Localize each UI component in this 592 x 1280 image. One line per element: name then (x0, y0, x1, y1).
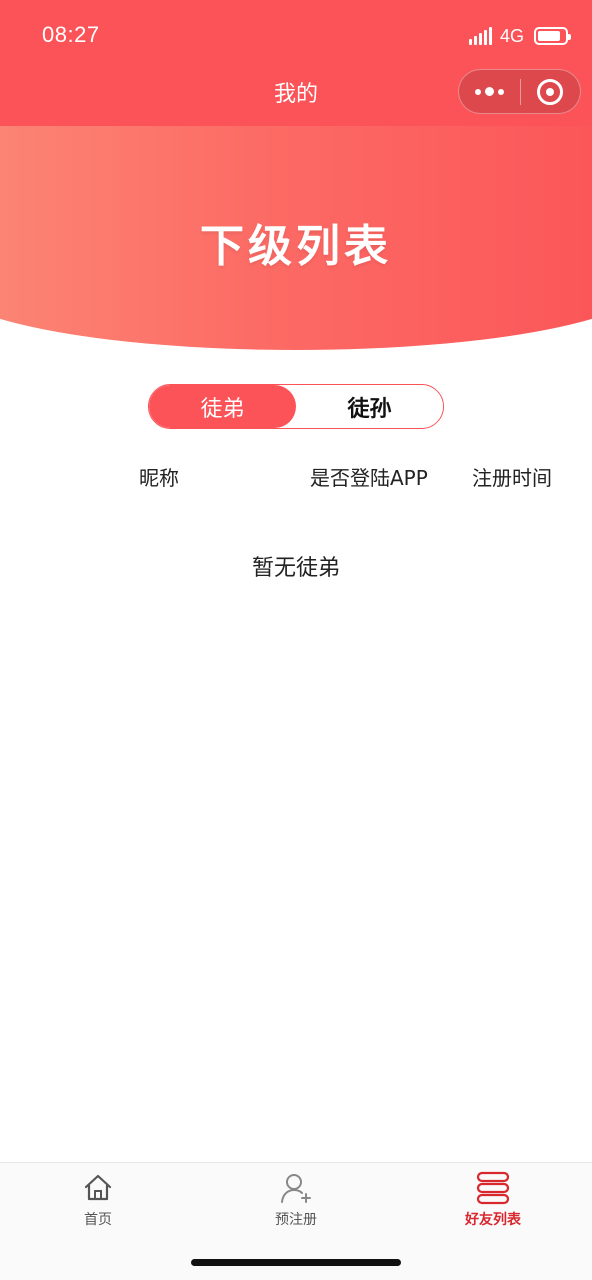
tabbar-item-preregister[interactable]: 预注册 (236, 1171, 356, 1231)
tabbar-label-preregister: 预注册 (275, 1212, 317, 1228)
miniprogram-capsule (458, 69, 581, 114)
tabbar-label-friends: 好友列表 (465, 1212, 521, 1228)
banner-title: 下级列表 (200, 221, 392, 272)
close-miniprogram-icon[interactable] (521, 70, 580, 113)
column-nickname: 昵称 (139, 466, 179, 490)
tabbar-label-home: 首页 (84, 1212, 112, 1228)
more-icon[interactable] (459, 70, 520, 113)
tabbar-item-friends[interactable]: 好友列表 (433, 1171, 553, 1231)
list-icon (476, 1171, 510, 1205)
battery-icon (534, 27, 571, 45)
signal-icon (468, 27, 492, 45)
page: 08:27 4G 我的 下级列表 徒弟 徒孙 昵称 是否登陆APP 注册时间 暂… (0, 0, 592, 1280)
status-time: 08:27 (42, 22, 100, 47)
table-header: 昵称 是否登陆APP 注册时间 (0, 462, 592, 492)
segment-tabs: 徒弟 徒孙 (148, 384, 444, 429)
tabbar-item-home[interactable]: 首页 (38, 1171, 158, 1231)
column-register-time: 注册时间 (472, 466, 552, 490)
home-indicator (191, 1259, 401, 1266)
network-type: 4G (499, 25, 524, 46)
empty-state-text: 暂无徒弟 (251, 556, 340, 581)
column-app-login: 是否登陆APP (310, 466, 428, 490)
tab-tusun[interactable]: 徒孙 (296, 385, 443, 428)
home-icon (84, 1174, 112, 1201)
user-add-icon (281, 1174, 311, 1203)
status-indicators: 4G (468, 24, 571, 48)
header: 08:27 4G 我的 (0, 0, 592, 126)
tab-tudi[interactable]: 徒弟 (149, 385, 296, 428)
